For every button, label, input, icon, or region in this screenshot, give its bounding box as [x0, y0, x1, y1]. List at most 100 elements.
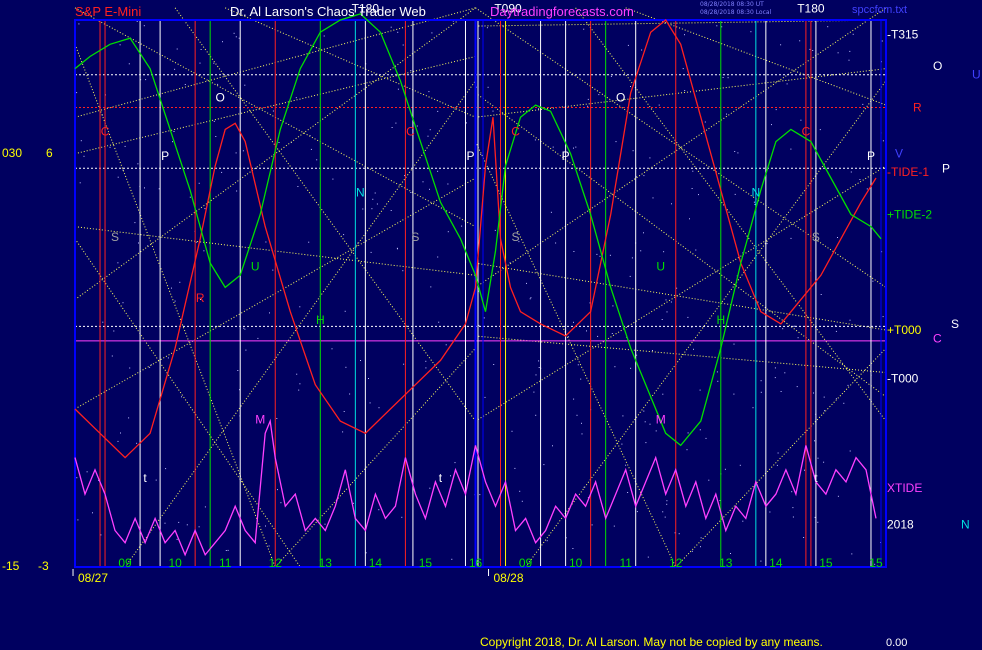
star — [120, 432, 121, 434]
star — [447, 183, 449, 185]
planet-label: H — [316, 313, 325, 327]
star — [587, 105, 589, 107]
planet-label: N — [752, 185, 761, 199]
star — [610, 75, 612, 77]
star — [331, 348, 333, 350]
star — [848, 59, 850, 61]
right-label: O — [933, 59, 942, 73]
star — [353, 502, 354, 504]
star — [324, 523, 326, 525]
star — [572, 548, 574, 549]
star — [734, 193, 736, 195]
star — [427, 135, 429, 137]
star — [882, 316, 884, 318]
star — [652, 197, 654, 199]
star — [129, 367, 131, 369]
star — [813, 392, 814, 394]
star — [530, 297, 532, 299]
star — [835, 330, 837, 332]
star — [612, 305, 614, 307]
star — [881, 40, 883, 42]
star — [726, 113, 727, 115]
star — [119, 44, 121, 46]
star — [576, 414, 578, 416]
star — [627, 492, 629, 493]
star — [138, 242, 139, 244]
angle-line — [575, 7, 887, 422]
star — [804, 469, 805, 471]
star — [786, 83, 788, 85]
right-label: -T000 — [887, 372, 919, 386]
star — [609, 254, 611, 256]
x-tick-label: 15 — [819, 556, 833, 570]
star — [640, 250, 642, 252]
star — [221, 171, 223, 173]
x-tick-label: 09 — [118, 556, 132, 570]
star — [636, 511, 638, 513]
star — [687, 432, 689, 434]
star — [760, 391, 762, 393]
star — [76, 477, 78, 479]
star — [837, 237, 838, 238]
star — [370, 251, 372, 253]
star — [362, 208, 364, 210]
star — [682, 68, 684, 70]
star — [343, 234, 345, 236]
star — [199, 62, 201, 64]
star — [882, 140, 884, 142]
x-tick-label: 15 — [419, 556, 433, 570]
star — [552, 146, 554, 148]
star — [438, 321, 440, 323]
star — [360, 360, 361, 361]
right-label: 2018 — [887, 517, 914, 531]
star — [92, 512, 93, 514]
star — [724, 468, 726, 470]
star — [799, 40, 801, 42]
planet-label: P — [466, 149, 474, 163]
star — [643, 175, 645, 177]
star — [295, 97, 297, 99]
star — [235, 36, 237, 38]
star — [823, 396, 825, 398]
star — [663, 251, 665, 253]
star — [716, 371, 718, 373]
star — [134, 222, 136, 224]
star — [244, 328, 246, 330]
star — [437, 110, 439, 112]
star — [835, 398, 837, 400]
planet-label: C — [802, 124, 811, 138]
star — [684, 90, 686, 91]
star — [647, 556, 649, 558]
star — [809, 48, 811, 50]
star — [546, 540, 548, 542]
site-link[interactable]: Daytradingforecasts.com — [490, 4, 634, 19]
x-tick-label: 14 — [769, 556, 783, 570]
star — [790, 237, 792, 239]
star — [265, 525, 266, 527]
star — [716, 25, 718, 27]
star — [615, 141, 617, 143]
star — [555, 242, 557, 244]
star — [849, 450, 851, 452]
x-tick-label: 13 — [319, 556, 333, 570]
symbol-label: S&P E-Mini — [75, 4, 142, 19]
star — [86, 471, 88, 473]
star — [692, 170, 694, 172]
star — [213, 120, 215, 122]
x-tick-label: 09 — [519, 556, 533, 570]
star — [849, 319, 851, 321]
star — [611, 333, 613, 334]
star — [178, 521, 180, 523]
file-name: spccfcm.txt — [852, 4, 908, 16]
star — [552, 445, 553, 447]
star — [374, 192, 376, 194]
star — [429, 487, 431, 489]
star — [173, 131, 175, 132]
star — [700, 546, 701, 548]
star — [631, 257, 633, 259]
star — [167, 357, 169, 359]
star — [77, 519, 79, 521]
star — [658, 104, 660, 106]
star — [257, 337, 259, 339]
star — [760, 380, 762, 382]
